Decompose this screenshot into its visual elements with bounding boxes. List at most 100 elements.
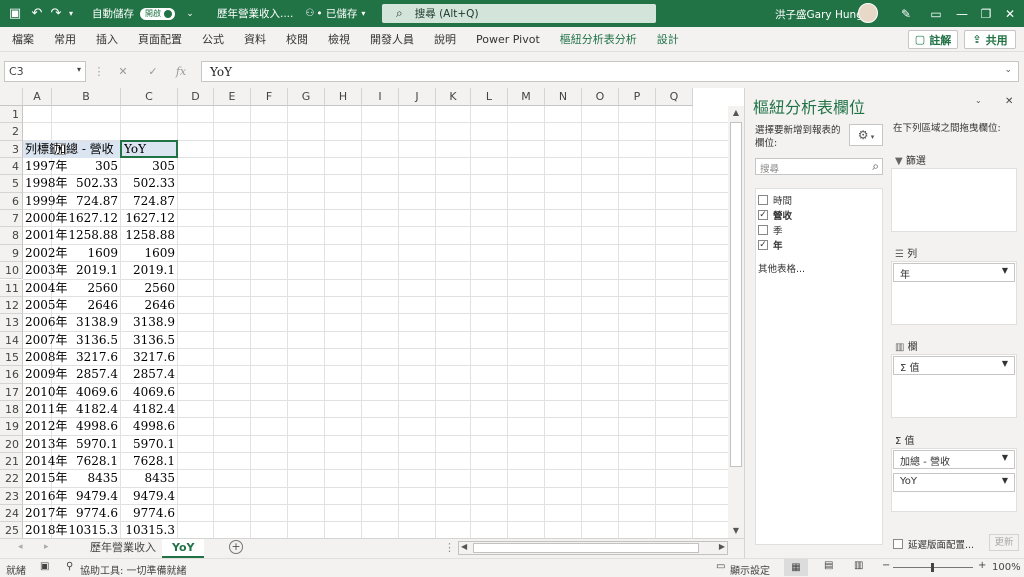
- row-header-1[interactable]: 1: [0, 106, 23, 124]
- pen-icon[interactable]: ✎: [890, 0, 922, 27]
- pivot-revenue-value[interactable]: 4182.4: [52, 401, 118, 418]
- column-header-b[interactable]: B: [52, 88, 121, 106]
- tab-view[interactable]: 檢視: [318, 31, 360, 47]
- row-header-19[interactable]: 19: [0, 418, 23, 436]
- chevron-down-icon[interactable]: ▾: [64, 0, 78, 27]
- column-header-e[interactable]: E: [214, 88, 251, 106]
- tab-data[interactable]: 資料: [234, 31, 276, 47]
- user-avatar[interactable]: [858, 3, 878, 23]
- column-header-g[interactable]: G: [288, 88, 325, 106]
- row-header-24[interactable]: 24: [0, 505, 23, 523]
- pivot-yoy-value[interactable]: 5970.1: [121, 436, 175, 453]
- column-header-n[interactable]: N: [545, 88, 582, 106]
- pivot-yoy-value[interactable]: 2857.4: [121, 366, 175, 383]
- tab-formulas[interactable]: 公式: [192, 31, 234, 47]
- vertical-scroll-thumb[interactable]: [730, 122, 742, 467]
- tools-button[interactable]: ⚙ ▾: [849, 124, 883, 146]
- pivot-yoy-value[interactable]: 8435: [121, 470, 175, 487]
- pivot-revenue-value[interactable]: 2019.1: [52, 262, 118, 279]
- row-header-17[interactable]: 17: [0, 383, 23, 401]
- pivot-revenue-value[interactable]: 7628.1: [52, 453, 118, 470]
- close-icon[interactable]: ✕: [994, 0, 1024, 27]
- field-item-quarter[interactable]: 季: [758, 222, 882, 237]
- column-header-l[interactable]: L: [471, 88, 508, 106]
- normal-view-icon[interactable]: ▦: [784, 559, 808, 576]
- zoom-slider[interactable]: [893, 563, 973, 572]
- display-settings[interactable]: 顯示設定: [730, 562, 770, 577]
- tab-power-pivot[interactable]: Power Pivot: [466, 33, 550, 46]
- cancel-icon[interactable]: ✕: [112, 61, 134, 82]
- field-checkbox-time[interactable]: [758, 194, 768, 205]
- column-header-q[interactable]: Q: [656, 88, 693, 106]
- row-header-3[interactable]: 3: [0, 140, 23, 159]
- save-icon[interactable]: ▣: [4, 0, 26, 27]
- pivot-yoy-value[interactable]: 1609: [121, 245, 175, 262]
- defer-layout-checkbox[interactable]: [893, 539, 903, 549]
- redo-icon[interactable]: ↷: [48, 0, 64, 27]
- pivot-yoy-value[interactable]: 2019.1: [121, 262, 175, 279]
- page-layout-view-icon[interactable]: ▤: [824, 560, 833, 571]
- pivot-yoy-value[interactable]: 2646: [121, 297, 175, 314]
- pivot-revenue-value[interactable]: 4069.6: [52, 384, 118, 401]
- field-item-time[interactable]: 時間: [758, 192, 882, 207]
- accessibility-icon[interactable]: ⚲: [66, 561, 73, 572]
- file-name[interactable]: 歷年營業收入....: [217, 6, 293, 21]
- pivot-yoy-value[interactable]: 4069.6: [121, 384, 175, 401]
- pivot-revenue-value[interactable]: 3136.5: [52, 332, 118, 349]
- row-header-12[interactable]: 12: [0, 296, 23, 315]
- tab-file[interactable]: 檔案: [2, 31, 44, 47]
- pivot-yoy-value[interactable]: 1627.12: [121, 210, 175, 227]
- pivot-revenue-value[interactable]: 724.87: [52, 193, 118, 210]
- row-header-23[interactable]: 23: [0, 487, 23, 506]
- pivot-yoy-value[interactable]: 4998.6: [121, 418, 175, 435]
- row-header-25[interactable]: 25: [0, 522, 23, 538]
- pivot-yoy-value[interactable]: 724.87: [121, 193, 175, 210]
- pane-options-chevron-icon[interactable]: ⌄: [975, 96, 982, 105]
- insert-function-icon[interactable]: fx: [170, 61, 192, 82]
- add-sheet-icon[interactable]: +: [229, 540, 243, 554]
- tab-home[interactable]: 常用: [44, 31, 86, 47]
- defer-layout-option[interactable]: 延遲版面配置...: [893, 537, 974, 551]
- column-header-k[interactable]: K: [436, 88, 471, 106]
- field-checkbox-revenue[interactable]: ✓: [758, 209, 768, 220]
- scroll-left-icon[interactable]: ◂: [18, 542, 23, 552]
- row-header-18[interactable]: 18: [0, 400, 23, 419]
- user-name[interactable]: 洪子盛Gary Hung: [775, 7, 863, 22]
- pivot-revenue-value[interactable]: 1627.12: [52, 210, 118, 227]
- column-header-j[interactable]: J: [399, 88, 436, 106]
- row-header-2[interactable]: 2: [0, 123, 23, 141]
- row-header-16[interactable]: 16: [0, 366, 23, 384]
- row-header-14[interactable]: 14: [0, 331, 23, 349]
- pivot-revenue-value[interactable]: 1258.88: [52, 227, 118, 244]
- scroll-up-icon[interactable]: ▲: [728, 106, 744, 120]
- column-header-f[interactable]: F: [251, 88, 288, 106]
- pivot-revenue-value[interactable]: 5970.1: [52, 436, 118, 453]
- pivot-yoy-value[interactable]: 3136.5: [121, 332, 175, 349]
- row-header-10[interactable]: 10: [0, 262, 23, 280]
- column-header-a[interactable]: A: [23, 88, 52, 106]
- zoom-in-icon[interactable]: +: [978, 560, 986, 571]
- pivot-revenue-value[interactable]: 4998.6: [52, 418, 118, 435]
- row-header-20[interactable]: 20: [0, 435, 23, 453]
- horizontal-scrollbar[interactable]: ◀ ▶: [458, 541, 728, 555]
- field-item-revenue[interactable]: ✓ 營收: [758, 207, 882, 222]
- row-header-13[interactable]: 13: [0, 314, 23, 332]
- update-button[interactable]: 更新: [989, 534, 1019, 551]
- share-people-icon[interactable]: ⚇: [305, 8, 314, 19]
- customize-quick-access-icon[interactable]: ⌄: [179, 0, 201, 27]
- row-header-8[interactable]: 8: [0, 227, 23, 245]
- scroll-left-arrow-icon[interactable]: ◀: [461, 542, 467, 551]
- column-header-m[interactable]: M: [508, 88, 545, 106]
- row-header-22[interactable]: 22: [0, 470, 23, 488]
- pivot-yoy-value[interactable]: 1258.88: [121, 227, 175, 244]
- accessibility-status[interactable]: 協助工具: 一切準備就緒: [80, 562, 187, 577]
- more-tables-link[interactable]: 其他表格...: [758, 261, 882, 275]
- tab-developer[interactable]: 開發人員: [360, 31, 424, 47]
- row-header-7[interactable]: 7: [0, 210, 23, 228]
- pivot-yoy-value[interactable]: 7628.1: [121, 453, 175, 470]
- tab-insert[interactable]: 插入: [86, 31, 128, 47]
- pivot-revenue-value[interactable]: 1609: [52, 245, 118, 262]
- pivot-yoy-value[interactable]: 9774.6: [121, 505, 175, 522]
- row-header-11[interactable]: 11: [0, 279, 23, 297]
- formula-input[interactable]: YoY ⌄: [201, 61, 1019, 82]
